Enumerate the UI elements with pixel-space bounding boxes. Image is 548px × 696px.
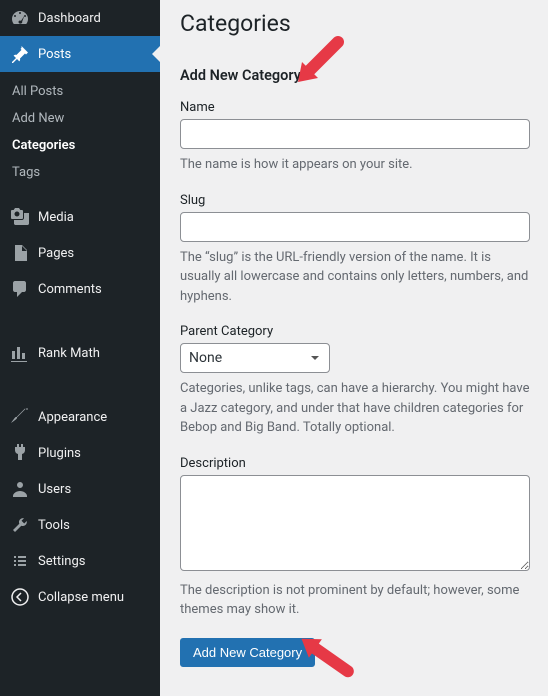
menu-label: Media xyxy=(38,210,74,225)
tools-icon xyxy=(10,515,30,535)
chart-icon xyxy=(10,343,30,363)
comments-icon xyxy=(10,279,30,299)
menu-label: Collapse menu xyxy=(38,590,124,605)
menu-label: Comments xyxy=(38,282,102,297)
menu-label: Tools xyxy=(38,518,70,533)
description-help: The description is not prominent by defa… xyxy=(180,581,530,620)
page-title: Categories xyxy=(180,10,530,37)
slug-help: The “slug” is the URL-friendly version o… xyxy=(180,248,530,307)
main-content: Categories Add New Category Name The nam… xyxy=(160,0,548,696)
slug-label: Slug xyxy=(180,193,530,208)
users-icon xyxy=(10,479,30,499)
sidebar-item-users[interactable]: Users xyxy=(0,471,160,507)
field-slug: Slug The “slug” is the URL-friendly vers… xyxy=(180,193,530,307)
sidebar-item-posts[interactable]: Posts xyxy=(0,36,160,72)
name-input[interactable] xyxy=(180,119,530,149)
annotation-arrow xyxy=(290,30,350,94)
brush-icon xyxy=(10,407,30,427)
posts-submenu: All Posts Add New Categories Tags xyxy=(0,72,160,192)
menu-label: Appearance xyxy=(38,410,107,425)
settings-icon xyxy=(10,551,30,571)
pin-icon xyxy=(10,44,30,64)
dashboard-icon xyxy=(10,8,30,28)
slug-input[interactable] xyxy=(180,212,530,242)
submenu-item-tags[interactable]: Tags xyxy=(0,159,160,186)
description-label: Description xyxy=(180,456,530,471)
name-help: The name is how it appears on your site. xyxy=(180,155,530,175)
sidebar-item-settings[interactable]: Settings xyxy=(0,543,160,579)
collapse-icon xyxy=(10,587,30,607)
sidebar-item-tools[interactable]: Tools xyxy=(0,507,160,543)
menu-label: Pages xyxy=(38,246,74,261)
sidebar-item-media[interactable]: Media xyxy=(0,199,160,235)
plugin-icon xyxy=(10,443,30,463)
sidebar-item-plugins[interactable]: Plugins xyxy=(0,435,160,471)
add-category-heading: Add New Category xyxy=(180,67,530,84)
parent-select[interactable]: None xyxy=(180,343,330,373)
pages-icon xyxy=(10,243,30,263)
menu-label: Users xyxy=(38,482,71,497)
field-name: Name The name is how it appears on your … xyxy=(180,100,530,175)
menu-label: Settings xyxy=(38,554,85,569)
menu-label: Dashboard xyxy=(38,11,101,26)
add-category-button[interactable]: Add New Category xyxy=(180,638,315,667)
menu-label: Plugins xyxy=(38,446,81,461)
parent-help: Categories, unlike tags, can have a hier… xyxy=(180,379,530,438)
menu-label: Posts xyxy=(38,47,71,62)
sidebar-item-rankmath[interactable]: Rank Math xyxy=(0,335,160,371)
submenu-item-categories[interactable]: Categories xyxy=(0,132,160,159)
sidebar-item-pages[interactable]: Pages xyxy=(0,235,160,271)
field-description: Description The description is not promi… xyxy=(180,456,530,620)
sidebar-item-comments[interactable]: Comments xyxy=(0,271,160,307)
description-textarea[interactable] xyxy=(180,475,530,571)
menu-label: Rank Math xyxy=(38,346,100,361)
sidebar-item-collapse[interactable]: Collapse menu xyxy=(0,579,160,615)
field-parent: Parent Category None Categories, unlike … xyxy=(180,324,530,438)
name-label: Name xyxy=(180,100,530,115)
sidebar-item-dashboard[interactable]: Dashboard xyxy=(0,0,160,36)
parent-label: Parent Category xyxy=(180,324,530,339)
submenu-item-add-new[interactable]: Add New xyxy=(0,105,160,132)
sidebar-item-appearance[interactable]: Appearance xyxy=(0,399,160,435)
admin-sidebar: Dashboard Posts All Posts Add New Catego… xyxy=(0,0,160,696)
media-icon xyxy=(10,207,30,227)
submenu-item-all-posts[interactable]: All Posts xyxy=(0,78,160,105)
